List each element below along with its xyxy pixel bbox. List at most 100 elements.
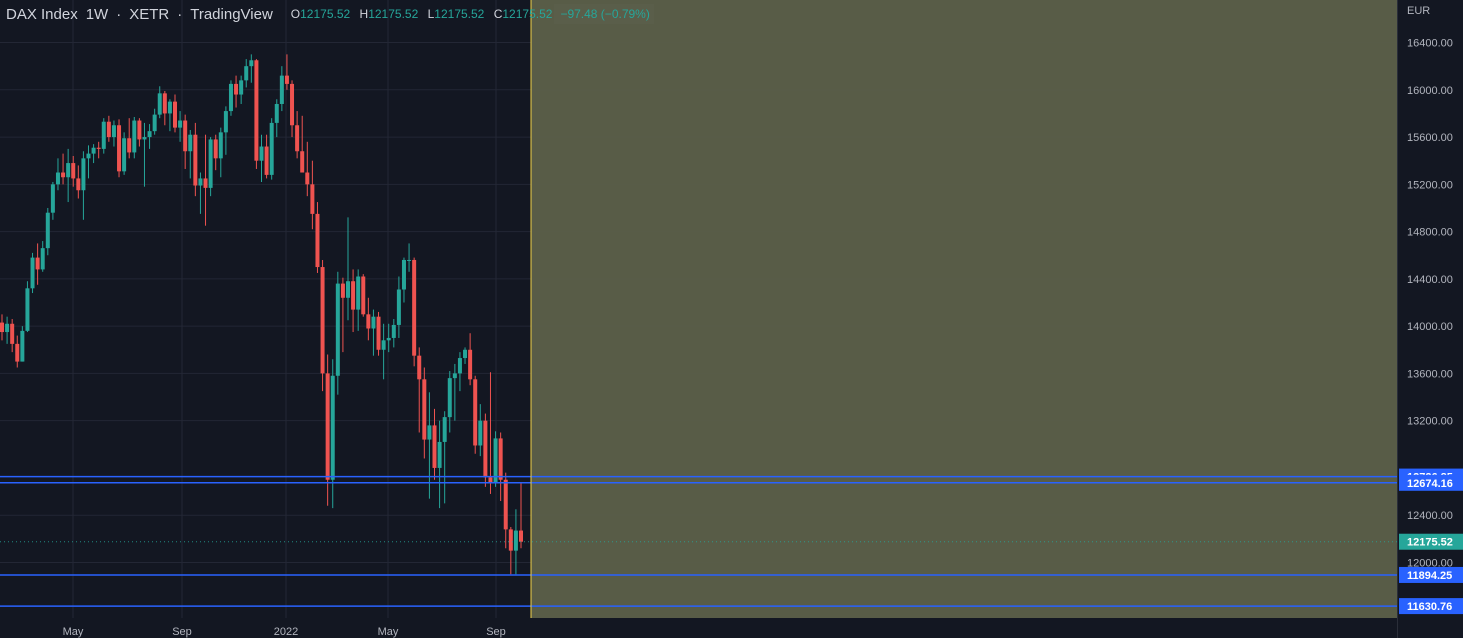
candle-up [463,349,468,359]
symbol-name[interactable]: DAX Index [6,6,78,23]
last-price-label: 12175.52 [1407,537,1453,549]
candle-down [503,479,508,530]
candle-down [234,83,239,95]
candle-down [183,120,188,152]
candle-down [117,125,122,172]
candle-down [213,139,218,159]
candle-up [91,147,96,154]
candle-up [356,276,361,310]
candle-up [442,417,447,442]
price-chart[interactable]: EUR 16400.00 16000.00 15600.00 15200.00 1480… [0,0,1463,638]
candle-down [264,146,269,175]
candle-up [101,121,106,149]
candle-down [325,373,330,480]
candle-down [422,379,427,440]
level-price-label: 11630.76 [1407,601,1452,613]
candle-down [295,125,300,152]
price-tick-label: 12400.00 [1407,510,1453,522]
candle-up [178,120,183,128]
candle-up [86,153,91,159]
candle-up [30,257,35,289]
highlight-zone [531,0,1397,618]
candle-up [447,378,452,418]
candle-up [493,438,498,483]
candle-up [198,178,203,186]
candle-down [162,93,167,114]
candle-down [0,322,4,333]
candle-down [310,184,315,214]
time-tick-label: Sep [486,626,506,638]
dot-separator: · [177,5,183,23]
candle-down [473,379,478,446]
exchange-label: XETR [129,5,170,23]
candle-down [35,257,40,270]
interval-label[interactable]: 1W [86,6,109,23]
candle-down [76,178,81,191]
candle-up [188,134,193,152]
candle-up [228,83,233,112]
candle-down [173,101,177,128]
candle-down [71,163,76,179]
candle-up [142,137,147,140]
candle-up [427,425,432,440]
candle-down [412,259,417,356]
candle-up [55,172,60,185]
candle-down [203,178,208,188]
candle-up [157,93,162,115]
candle-up [386,337,391,341]
price-tick-label: 16400.00 [1407,38,1453,50]
candle-up [396,289,401,325]
candle-down [10,323,15,344]
candle-up [66,163,71,178]
price-tick-label: 13600.00 [1407,368,1453,380]
candle-up [81,158,86,191]
price-tick-label: 14400.00 [1407,274,1453,286]
candle-up [249,60,254,67]
candle-up [381,340,386,350]
candle-down [315,213,320,268]
candle-up [167,101,172,114]
candle-down [519,530,523,542]
price-tick-label: 15200.00 [1407,179,1453,191]
price-tick-label: 15600.00 [1407,132,1453,144]
candle-up [5,323,10,333]
time-tick-label: May [63,626,84,638]
candle-up [223,111,228,133]
candle-up [391,324,396,338]
candle-up [111,125,116,138]
candle-down [361,276,366,315]
price-tick-label: 13200.00 [1407,416,1453,428]
candle-down [432,425,437,468]
candle-up [152,114,157,132]
candle-down [193,134,198,186]
candle-up [40,248,45,270]
candle-up [401,259,406,290]
candle-up [269,122,274,175]
price-tick-label: 16000.00 [1407,85,1453,97]
candle-down [351,281,356,310]
currency-label: EUR [1407,5,1430,17]
candle-down [61,172,66,178]
candle-up [45,212,50,249]
high-label: H [359,7,369,21]
candle-up [132,120,137,153]
candle-down [137,120,142,140]
candle-down [340,283,345,298]
candle-up [20,330,25,362]
candle-up [25,288,30,331]
candle-up [457,358,462,374]
change-value: −97.48 (−0.79%) [554,4,654,24]
level-price-label: 11894.25 [1407,570,1452,582]
candle-up [122,138,127,172]
candle-up [346,281,350,298]
candle-up [279,75,284,104]
high-value: 12175.52 [368,7,419,21]
ohlc-values: O12175.52 H12175.52 L12175.52 C12175.52 [285,7,553,21]
candle-up [218,132,223,159]
source-label: TradingView [190,5,273,23]
candle-down [417,355,422,380]
candle-up [259,146,264,161]
candle-up [478,420,483,446]
candle-down [284,75,289,84]
candle-up [239,80,244,95]
